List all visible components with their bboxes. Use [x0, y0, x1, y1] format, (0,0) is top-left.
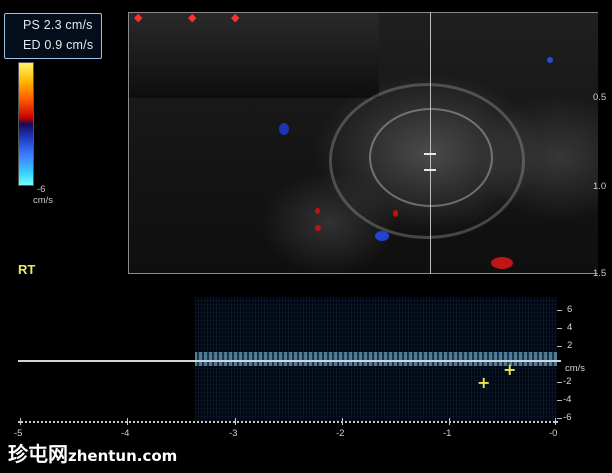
velocity-tick: [557, 346, 562, 347]
caliper-cross[interactable]: +: [503, 362, 516, 378]
color-velocity-scale: [18, 62, 34, 186]
doppler-flow-red: [393, 210, 398, 217]
time-label: -0: [549, 428, 558, 439]
time-axis: [18, 421, 558, 424]
peak-systolic-velocity: PS 2.3 cm/s: [23, 18, 93, 32]
depth-label: 1.0: [593, 181, 607, 192]
time-label: -2: [336, 428, 345, 439]
near-field-region: [129, 13, 379, 98]
depth-label: 0.5: [593, 92, 607, 103]
velocity-label: -4: [563, 394, 572, 405]
doppler-flow-red: [315, 208, 320, 214]
color-scale-min: -6: [37, 184, 46, 195]
velocity-tick: [557, 328, 562, 329]
sample-gate-bottom[interactable]: [424, 169, 436, 171]
time-label: -1: [443, 428, 452, 439]
time-tick: [342, 418, 343, 425]
velocity-label: -6: [563, 412, 572, 423]
time-tick: [20, 418, 21, 425]
focus-markers: ◆: [231, 11, 240, 24]
doppler-baseline[interactable]: [18, 360, 561, 362]
doppler-flow-blue: [547, 57, 553, 63]
watermark-cn: 珍屯网: [8, 442, 68, 466]
bmode-image: [128, 12, 598, 274]
doppler-flow-blue: [375, 231, 389, 241]
time-tick: [449, 418, 450, 425]
depth-label: 1.5: [593, 268, 607, 279]
caliper-cross[interactable]: +: [477, 375, 490, 391]
velocity-tick: [557, 382, 562, 383]
side-label: RT: [18, 262, 36, 277]
velocity-tick: [557, 310, 562, 311]
end-diastolic-velocity: ED 0.9 cm/s: [23, 38, 94, 52]
time-tick: [127, 418, 128, 425]
velocity-tick: [557, 400, 562, 401]
time-tick: [235, 418, 236, 425]
velocity-unit: cm/s: [565, 363, 586, 374]
time-label: -3: [229, 428, 238, 439]
focus-markers: ◆: [188, 11, 197, 24]
focus-markers: ◆: [134, 11, 143, 24]
ultrasound-frame: ◆ ◆ ◆ PS 2.3 cm/s ED 0.9 cm/s -6 cm/s RT…: [0, 0, 612, 473]
doppler-flow-red: [491, 257, 513, 269]
doppler-cursor-line[interactable]: [430, 12, 431, 274]
color-scale-unit: cm/s: [33, 195, 54, 206]
velocity-label: 2: [567, 340, 573, 351]
organ-outline-inner: [369, 108, 493, 207]
sample-gate-top[interactable]: [424, 153, 436, 155]
doppler-flow-blue: [279, 123, 289, 135]
velocity-label: 6: [567, 304, 573, 315]
velocity-label: -2: [563, 376, 572, 387]
watermark-url: zhentun.com: [68, 447, 178, 465]
site-watermark: 珍屯网zhentun.com: [8, 438, 177, 467]
velocity-tick: [557, 418, 562, 419]
doppler-flow-red: [315, 225, 321, 231]
measurement-readout: PS 2.3 cm/s ED 0.9 cm/s: [4, 13, 102, 59]
velocity-label: 4: [567, 322, 573, 333]
time-tick: [555, 418, 556, 425]
